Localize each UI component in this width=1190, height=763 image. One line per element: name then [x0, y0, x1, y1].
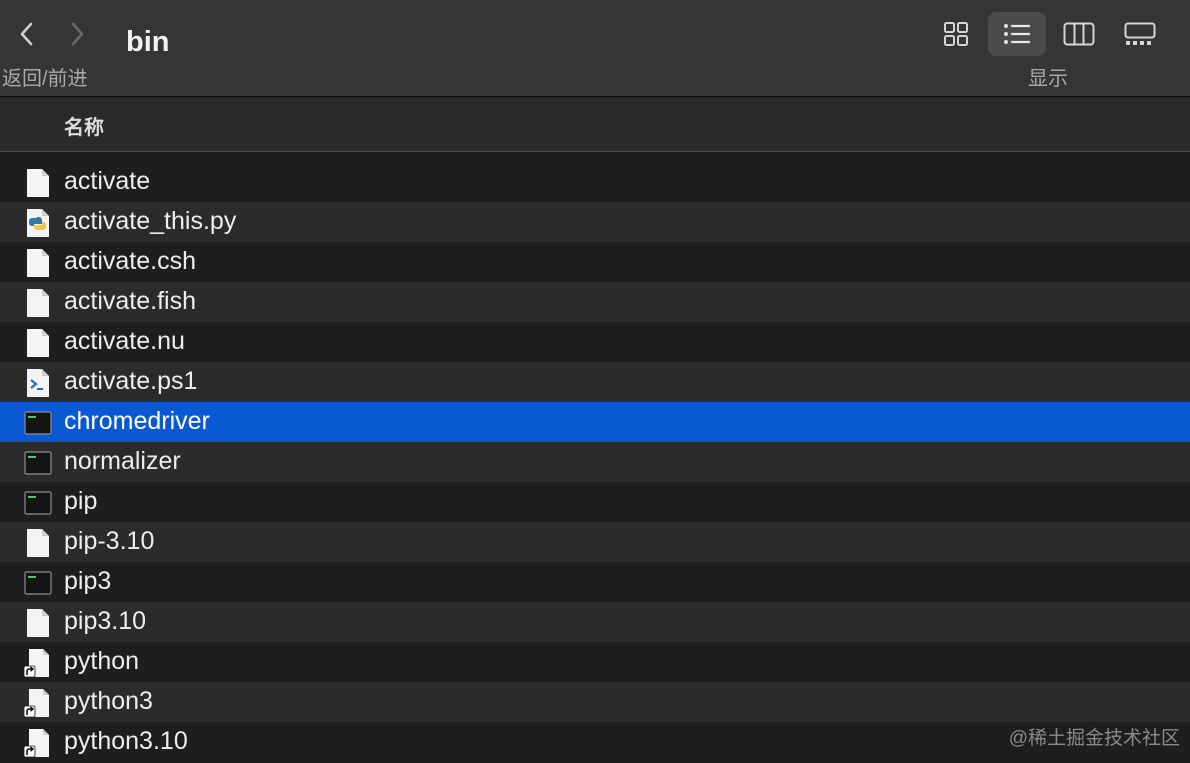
file-name: chromedriver	[64, 407, 210, 435]
alias-icon	[23, 688, 52, 718]
executable-icon	[24, 448, 52, 478]
file-name: activate.nu	[64, 327, 185, 355]
file-row[interactable]: activate_this.py	[0, 202, 1190, 242]
file-row[interactable]: normalizer	[0, 442, 1190, 482]
file-name: pip	[64, 487, 98, 515]
window-title: bin	[126, 26, 170, 58]
columns-icon	[1063, 22, 1095, 46]
file-row[interactable]: activate.csh	[0, 242, 1190, 282]
document-icon	[24, 248, 52, 278]
alias-icon	[23, 648, 52, 678]
file-name: activate.csh	[64, 247, 197, 275]
file-name: activate.fish	[64, 287, 197, 315]
list-icon	[1004, 24, 1031, 44]
file-row[interactable]: activate.ps1	[0, 362, 1190, 402]
file-name: pip3	[64, 567, 112, 595]
nav-label: 返回/前进	[2, 68, 88, 90]
column-header: 名称	[0, 97, 1190, 152]
file-row[interactable]: pip	[0, 482, 1190, 522]
alias-icon	[23, 728, 52, 758]
file-name: python	[64, 647, 140, 675]
file-row[interactable]: activate	[0, 162, 1190, 202]
executable-icon	[24, 488, 52, 518]
executable-icon	[24, 408, 52, 438]
file-list: activate activate_this.py activate.csh acti…	[0, 162, 1190, 762]
file-row[interactable]: activate.nu	[0, 322, 1190, 362]
icon-view-button[interactable]	[927, 12, 985, 56]
gallery-icon	[1124, 22, 1156, 45]
chevron-left-icon	[20, 22, 33, 46]
file-row[interactable]: chromedriver	[0, 402, 1190, 442]
toolbar: 返回/前进 bin 显示	[0, 0, 1190, 97]
list-view-button[interactable]	[988, 12, 1046, 56]
name-column-header[interactable]: 名称	[64, 111, 104, 140]
file-row[interactable]: pip3	[0, 562, 1190, 602]
file-name: activate	[64, 167, 151, 195]
document-icon	[24, 328, 52, 358]
file-row[interactable]: python3	[0, 682, 1190, 722]
document-icon	[24, 608, 52, 638]
powershell-file-icon	[24, 368, 52, 398]
document-icon	[24, 288, 52, 318]
forward-button[interactable]	[62, 16, 92, 52]
gallery-view-button[interactable]	[1111, 12, 1169, 56]
document-icon	[24, 528, 52, 558]
file-name: activate_this.py	[64, 207, 237, 235]
file-name: activate.ps1	[64, 367, 198, 395]
file-name: pip3.10	[64, 607, 147, 635]
file-name: python3.10	[64, 727, 188, 755]
column-view-button[interactable]	[1050, 12, 1108, 56]
file-row[interactable]: python	[0, 642, 1190, 682]
file-row[interactable]: pip-3.10	[0, 522, 1190, 562]
grid-icon	[944, 22, 968, 46]
chevron-right-icon	[71, 22, 84, 46]
watermark: @稀土掘金技术社区	[1008, 728, 1180, 749]
document-icon	[24, 168, 52, 198]
file-name: pip-3.10	[64, 527, 155, 555]
executable-icon	[24, 568, 52, 598]
file-name: normalizer	[64, 447, 181, 475]
python-file-icon	[24, 208, 52, 238]
file-row[interactable]: pip3.10	[0, 602, 1190, 642]
file-name: python3	[64, 687, 153, 715]
file-row[interactable]: activate.fish	[0, 282, 1190, 322]
display-label: 显示	[1028, 68, 1068, 90]
back-button[interactable]	[12, 16, 42, 52]
